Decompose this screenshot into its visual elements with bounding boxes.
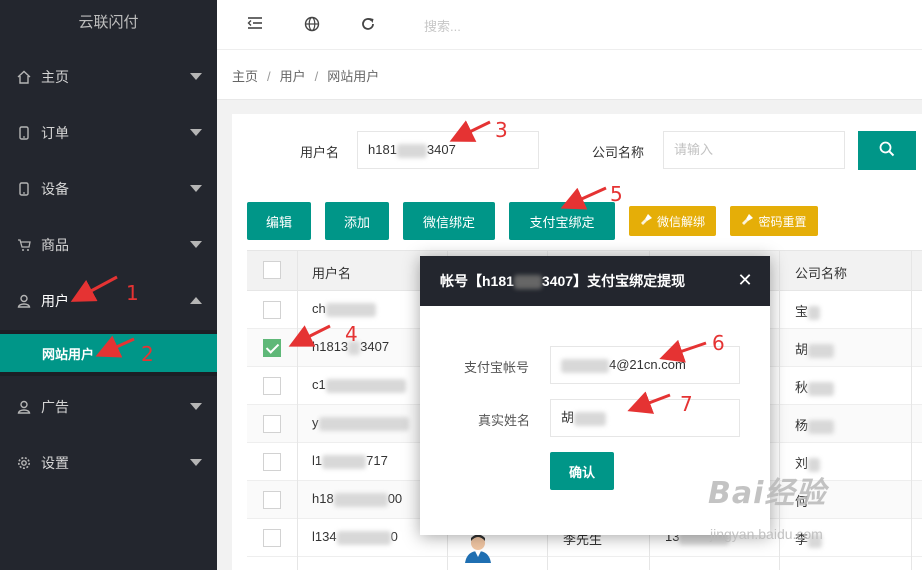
cell-username: y bbox=[312, 415, 409, 431]
chevron-down-icon bbox=[190, 241, 202, 248]
user-icon bbox=[17, 400, 31, 414]
row-checkbox[interactable] bbox=[263, 491, 281, 509]
row-checkbox[interactable] bbox=[263, 415, 281, 433]
sidebar-item-label: 设置 bbox=[41, 455, 69, 471]
alipay-account-label: 支付宝帐号 bbox=[464, 360, 530, 375]
wechat-unbind-button[interactable]: 微信解绑 bbox=[629, 206, 716, 236]
username-filter-label: 用户名 bbox=[300, 145, 340, 160]
company-filter-label: 公司名称 bbox=[592, 145, 645, 160]
row-checkbox[interactable] bbox=[263, 339, 281, 357]
phone-icon bbox=[17, 182, 31, 196]
select-all-checkbox[interactable] bbox=[263, 261, 281, 279]
sidebar-item-settings[interactable]: 设置 bbox=[0, 435, 217, 491]
sidebar-item-label: 商品 bbox=[41, 237, 69, 253]
cell-username: c1 bbox=[312, 377, 406, 393]
cell-username: l1 717 bbox=[312, 453, 388, 469]
broom-icon bbox=[640, 213, 653, 229]
annotation-7: 7 bbox=[680, 392, 693, 416]
cell-username: l134 0 bbox=[312, 529, 398, 545]
watermark-url: jingyan.baidu.com bbox=[710, 526, 823, 542]
sidebar-item-label: 主页 bbox=[41, 69, 69, 85]
add-button[interactable]: 添加 bbox=[325, 202, 389, 240]
top-header: 搜索... bbox=[217, 0, 922, 50]
cell-company: 杨 bbox=[795, 415, 835, 434]
cell-username: h18 00 bbox=[312, 491, 403, 507]
row-checkbox[interactable] bbox=[263, 453, 281, 471]
annotation-2: 2 bbox=[141, 342, 154, 366]
breadcrumb: 主页 / 用户 / 网站用户 bbox=[232, 69, 380, 84]
chevron-down-icon bbox=[190, 403, 202, 410]
edit-button[interactable]: 编辑 bbox=[247, 202, 311, 240]
avatar bbox=[462, 533, 494, 563]
close-icon[interactable]: ✕ bbox=[736, 271, 754, 289]
sidebar-item-site-users[interactable]: 网站用户 bbox=[0, 334, 217, 372]
watermark-logo: Bai经验 bbox=[708, 476, 827, 511]
sidebar-item-label: 设备 bbox=[41, 181, 69, 197]
dialog-title: 帐号【h181 3407】支付宝绑定提现 bbox=[420, 256, 770, 306]
sidebar: 云联闪付 主页 订单 设备 商品 用户 网站用户 广告 设置 bbox=[0, 0, 217, 570]
sidebar-item-products[interactable]: 商品 bbox=[0, 217, 217, 273]
breadcrumb-home[interactable]: 主页 bbox=[232, 69, 258, 84]
chevron-down-icon bbox=[190, 73, 202, 80]
cell-company: 秋 bbox=[795, 377, 835, 396]
real-name-input[interactable]: 胡 bbox=[550, 399, 740, 437]
chevron-up-icon bbox=[190, 297, 202, 304]
sidebar-item-orders[interactable]: 订单 bbox=[0, 105, 217, 161]
menu-collapse-icon[interactable] bbox=[246, 16, 264, 34]
phone-icon bbox=[17, 126, 31, 140]
annotation-6: 6 bbox=[712, 331, 725, 355]
cart-icon bbox=[17, 238, 31, 252]
chevron-down-icon bbox=[190, 459, 202, 466]
wechat-bind-button[interactable]: 微信绑定 bbox=[403, 202, 495, 240]
cell-company: 胡 bbox=[795, 339, 835, 358]
user-icon bbox=[17, 294, 31, 308]
sidebar-item-ads[interactable]: 广告 bbox=[0, 379, 217, 435]
brand-logo: 云联闪付 bbox=[78, 14, 139, 31]
annotation-3: 3 bbox=[495, 118, 508, 142]
annotation-1: 1 bbox=[126, 281, 139, 305]
search-button[interactable] bbox=[858, 131, 916, 170]
cell-company: 宝 bbox=[795, 301, 821, 320]
annotation-5: 5 bbox=[610, 182, 623, 206]
home-icon bbox=[17, 70, 31, 84]
username-filter-input[interactable]: h181 3407 bbox=[357, 131, 539, 169]
annotation-4: 4 bbox=[345, 322, 358, 346]
breadcrumb-current: 网站用户 bbox=[327, 69, 380, 84]
sidebar-item-devices[interactable]: 设备 bbox=[0, 161, 217, 217]
sidebar-item-users[interactable]: 用户 bbox=[0, 273, 217, 329]
column-header-company: 公司名称 bbox=[795, 266, 848, 281]
cell-username: ch bbox=[312, 301, 376, 317]
column-header-username: 用户名 bbox=[312, 266, 352, 281]
real-name-label: 真实姓名 bbox=[478, 413, 531, 428]
row-checkbox[interactable] bbox=[263, 301, 281, 319]
chevron-down-icon bbox=[190, 185, 202, 192]
refresh-icon[interactable] bbox=[359, 16, 377, 34]
sidebar-item-label: 用户 bbox=[41, 293, 69, 309]
sidebar-item-label: 广告 bbox=[41, 399, 69, 415]
row-checkbox[interactable] bbox=[263, 377, 281, 395]
password-reset-button[interactable]: 密码重置 bbox=[730, 206, 818, 236]
sidebar-submenu: 网站用户 bbox=[0, 330, 217, 376]
globe-icon[interactable] bbox=[303, 16, 321, 34]
alipay-bind-button[interactable]: 支付宝绑定 bbox=[509, 202, 615, 240]
company-filter-input[interactable]: 请输入 bbox=[663, 131, 845, 169]
sidebar-item-label: 订单 bbox=[41, 125, 69, 141]
breadcrumb-section[interactable]: 用户 bbox=[280, 69, 306, 84]
search-icon bbox=[878, 140, 896, 161]
row-checkbox[interactable] bbox=[263, 529, 281, 547]
sidebar-item-home[interactable]: 主页 bbox=[0, 49, 217, 105]
chevron-down-icon bbox=[190, 129, 202, 136]
header-search-input[interactable]: 搜索... bbox=[424, 16, 461, 35]
gear-icon bbox=[17, 456, 31, 470]
confirm-button[interactable]: 确认 bbox=[550, 452, 614, 490]
broom-icon bbox=[741, 213, 754, 229]
baidu-watermark: Bai经验 jingyan.baidu.com bbox=[708, 468, 827, 542]
